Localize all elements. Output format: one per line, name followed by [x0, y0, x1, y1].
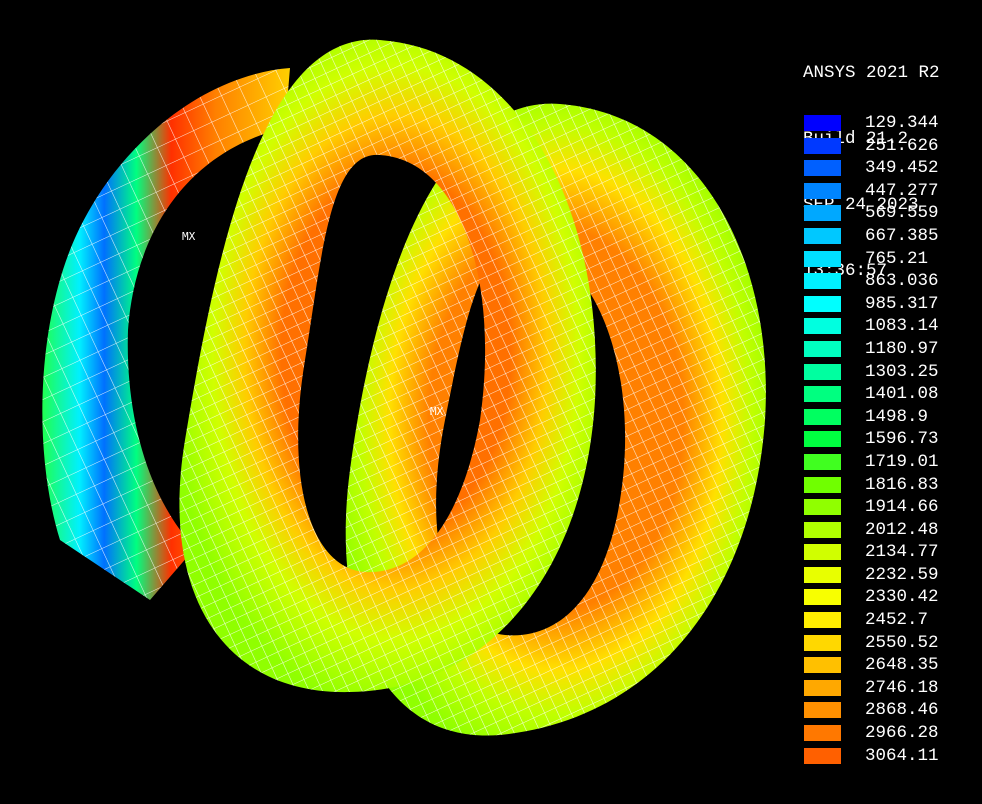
legend-value: 2452.7	[865, 610, 929, 631]
legend-swatch	[804, 521, 841, 538]
product-version: ANSYS 2021 R2	[803, 63, 940, 83]
legend-swatch	[804, 408, 841, 425]
legend-value: 2012.48	[865, 519, 939, 540]
legend-value: 129.344	[865, 113, 939, 133]
legend-value: 1498.9	[865, 406, 929, 427]
legend-value: 569.559	[865, 203, 939, 224]
legend-value: 2550.52	[865, 632, 939, 653]
legend-swatch	[804, 160, 841, 177]
legend-value: 2330.42	[865, 587, 939, 608]
legend-swatch	[804, 137, 841, 154]
legend-value: 1914.66	[865, 497, 939, 518]
legend-swatch	[804, 499, 841, 516]
legend-value: 1816.83	[865, 474, 939, 495]
legend-value: 2134.77	[865, 542, 939, 563]
legend-swatch	[804, 612, 841, 629]
legend-value: 667.385	[865, 225, 939, 246]
legend-value: 1596.73	[865, 429, 939, 450]
legend-swatch	[804, 182, 841, 199]
legend-swatch	[804, 227, 841, 244]
legend-swatch	[804, 250, 841, 267]
legend-value: 985.317	[865, 293, 939, 314]
legend-swatch	[804, 702, 841, 719]
legend-value: 863.036	[865, 271, 939, 292]
legend-value: 1401.08	[865, 384, 939, 405]
legend-swatch	[804, 453, 841, 470]
legend-swatch	[804, 566, 841, 583]
legend-swatch	[804, 634, 841, 651]
legend-swatch	[804, 476, 841, 493]
legend-value: 251.626	[865, 135, 939, 156]
legend-value: 1180.97	[865, 338, 939, 359]
legend-value: 2868.46	[865, 700, 939, 721]
legend-swatch	[804, 115, 841, 131]
legend-value: 2648.35	[865, 655, 939, 676]
legend-swatch	[804, 363, 841, 380]
legend-value: 1303.25	[865, 361, 939, 382]
legend-swatch	[804, 295, 841, 312]
legend-value: 349.452	[865, 158, 939, 179]
legend-value: 2966.28	[865, 723, 939, 744]
legend-swatch	[804, 318, 841, 335]
legend-swatch	[804, 340, 841, 357]
legend-swatch	[804, 725, 841, 742]
max-marker-center: MX	[430, 405, 444, 418]
fea-mesh-render: MX MX	[42, 39, 766, 736]
legend-swatch	[804, 544, 841, 561]
legend-value: 1083.14	[865, 316, 939, 337]
contour-plot-viewport[interactable]: MX MX	[0, 0, 780, 804]
legend-value: 2746.18	[865, 677, 939, 698]
legend-swatch	[804, 679, 841, 696]
legend-value: 447.277	[865, 180, 939, 201]
legend-value: 2232.59	[865, 564, 939, 585]
legend-swatch	[804, 386, 841, 403]
legend-value: 3064.11	[865, 745, 939, 766]
legend-swatch	[804, 657, 841, 674]
legend-swatch	[804, 431, 841, 448]
legend-swatch	[804, 589, 841, 606]
legend-swatch	[804, 747, 841, 764]
max-marker-left: MX	[182, 230, 196, 243]
legend-swatch	[804, 273, 841, 290]
legend-value: 1719.01	[865, 451, 939, 472]
legend-swatch	[804, 205, 841, 222]
legend-value: 765.21	[865, 248, 929, 269]
